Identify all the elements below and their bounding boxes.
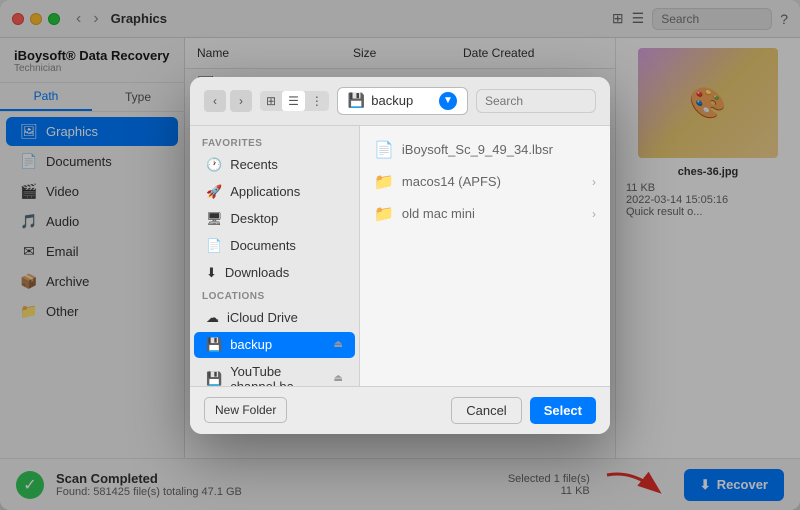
picker-icon-view-button[interactable]: ⊞	[260, 91, 282, 111]
picker-toolbar: ‹ › ⊞ ☰ ⋮ 💾 backup ▼	[190, 77, 610, 126]
picker-file-icon: 📄	[374, 140, 394, 160]
youtube-eject-icon[interactable]: ⏏	[334, 373, 343, 384]
locations-label: Locations	[190, 287, 359, 304]
picker-desktop-label: Desktop	[231, 211, 279, 226]
picker-file-name: iBoysoft_Sc_9_49_34.lbsr	[402, 142, 596, 157]
picker-column-view-button[interactable]: ⋮	[305, 91, 329, 111]
picker-search-input[interactable]	[476, 89, 596, 113]
picker-backup-label: backup	[230, 337, 272, 352]
picker-body: Favorites 🕐 Recents 🚀 Applications 🖥 Des…	[190, 126, 610, 386]
picker-folder-name: macos14 (APFS)	[402, 174, 584, 189]
youtube-drive-icon: 💾	[206, 371, 222, 386]
list-item[interactable]: 📁 old mac mini ›	[360, 198, 610, 230]
location-drive-icon: 💾	[348, 92, 365, 109]
list-item[interactable]: 📁 macos14 (APFS) ›	[360, 166, 610, 198]
list-item[interactable]: 📄 iBoysoft_Sc_9_49_34.lbsr	[360, 134, 610, 166]
backup-drive-icon: 💾	[206, 337, 222, 353]
picker-folder-name-2: old mac mini	[402, 206, 584, 221]
picker-location-expand[interactable]: ▼	[439, 92, 457, 110]
footer-actions: Cancel Select	[451, 397, 596, 424]
picker-item-youtube[interactable]: 💾 YouTube channel ba... ⏏	[194, 359, 355, 386]
picker-nav: ‹ ›	[204, 90, 252, 112]
select-button[interactable]: Select	[530, 397, 596, 424]
picker-content: 📄 iBoysoft_Sc_9_49_34.lbsr 📁 macos14 (AP…	[360, 126, 610, 386]
desktop-icon: 🖥	[206, 211, 223, 227]
picker-location-name: backup	[371, 93, 413, 108]
picker-item-recents[interactable]: 🕐 Recents	[194, 152, 355, 178]
applications-icon: 🚀	[206, 184, 222, 200]
picker-item-backup[interactable]: 💾 backup ⏏	[194, 332, 355, 358]
picker-documents-label: Documents	[230, 238, 296, 253]
cancel-button[interactable]: Cancel	[451, 397, 521, 424]
picker-item-documents[interactable]: 📄 Documents	[194, 233, 355, 259]
picker-downloads-label: Downloads	[225, 265, 289, 280]
picker-back-button[interactable]: ‹	[204, 90, 226, 112]
chevron-right-icon-2: ›	[592, 207, 596, 221]
picker-sidebar: Favorites 🕐 Recents 🚀 Applications 🖥 Des…	[190, 126, 360, 386]
picker-item-desktop[interactable]: 🖥 Desktop	[194, 206, 355, 232]
picker-folder-icon-2: 📁	[374, 204, 394, 224]
file-picker: ‹ › ⊞ ☰ ⋮ 💾 backup ▼ Favorites 🕐	[190, 77, 610, 434]
picker-item-downloads[interactable]: ⬇ Downloads	[194, 260, 355, 286]
chevron-right-icon: ›	[592, 175, 596, 189]
picker-list-view-button[interactable]: ☰	[282, 91, 305, 111]
modal-overlay: ‹ › ⊞ ☰ ⋮ 💾 backup ▼ Favorites 🕐	[0, 0, 800, 510]
recents-icon: 🕐	[206, 157, 222, 173]
favorites-label: Favorites	[190, 134, 359, 151]
picker-item-applications[interactable]: 🚀 Applications	[194, 179, 355, 205]
picker-recents-label: Recents	[230, 157, 278, 172]
picker-item-icloud[interactable]: ☁ iCloud Drive	[194, 305, 355, 331]
picker-icloud-label: iCloud Drive	[227, 310, 298, 325]
picker-youtube-label: YouTube channel ba...	[230, 364, 325, 386]
picker-location: 💾 backup ▼	[337, 87, 468, 115]
picker-applications-label: Applications	[230, 184, 300, 199]
picker-folder-icon: 📁	[374, 172, 394, 192]
picker-docs-icon: 📄	[206, 238, 222, 254]
picker-footer: New Folder Cancel Select	[190, 386, 610, 434]
picker-forward-button[interactable]: ›	[230, 90, 252, 112]
picker-view-buttons: ⊞ ☰ ⋮	[260, 91, 329, 111]
downloads-icon: ⬇	[206, 265, 217, 281]
icloud-icon: ☁	[206, 310, 219, 326]
backup-eject-icon[interactable]: ⏏	[334, 339, 343, 350]
new-folder-button[interactable]: New Folder	[204, 397, 287, 423]
